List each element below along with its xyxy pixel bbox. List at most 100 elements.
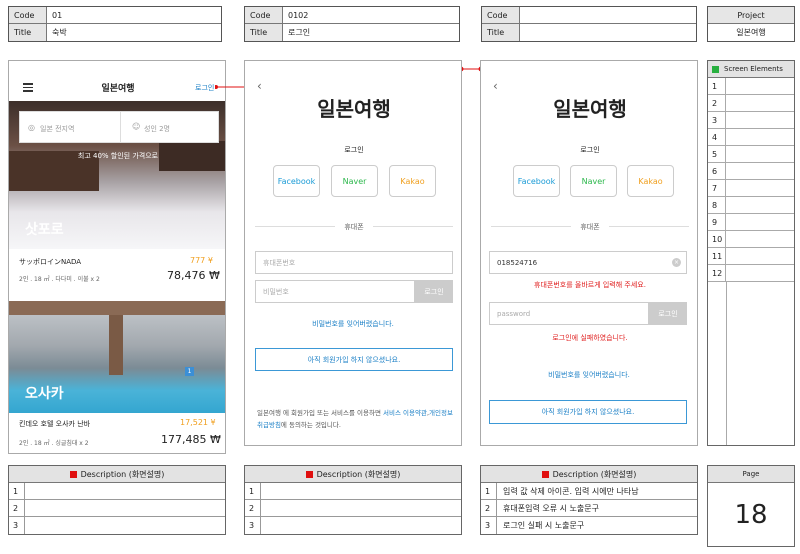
- table-row: 4: [708, 129, 794, 146]
- room-desc: 2인 . 18 ㎡ . 싱글침대 x 2: [19, 440, 89, 447]
- row-text: [25, 483, 225, 499]
- forgot-password-link[interactable]: 비밀번호를 잊어버렸습니다.: [481, 370, 697, 380]
- row-number: 1: [708, 78, 726, 94]
- row-text: 로그인 실패 시 노출문구: [503, 521, 585, 530]
- header-box-2: Code 0102 Title 로그인: [244, 6, 460, 42]
- red-square-icon: [69, 470, 77, 478]
- facebook-button[interactable]: Facebook: [273, 165, 320, 197]
- row-text: [261, 483, 461, 499]
- title-value: [520, 24, 696, 41]
- naver-button[interactable]: Naver: [331, 165, 378, 197]
- signup-button[interactable]: 아직 회원가입 하지 않으셨나요.: [255, 348, 453, 371]
- table-row: 7: [708, 180, 794, 197]
- screen-login-error: ‹ 일본여행 로그인 Facebook Naver Kakao 휴대폰 0185…: [480, 60, 698, 446]
- facebook-button[interactable]: Facebook: [513, 165, 560, 197]
- pillar-shape: [109, 315, 123, 375]
- title-label: Title: [482, 24, 520, 41]
- table-row: 1: [245, 483, 461, 500]
- row-number: 3: [9, 517, 25, 534]
- login-label: 로그인: [344, 146, 364, 154]
- description-title: Description (화면설명): [80, 469, 165, 479]
- sapporo-image: ◎ 일본 전지역 ☺ 성인 2명 최고 40% 할인된 가격으로 삿포로: [9, 101, 225, 249]
- forgot-password-link[interactable]: 비밀번호를 잊어버렸습니다.: [245, 319, 461, 329]
- title-label: Title: [245, 24, 283, 41]
- row-number: 3: [481, 517, 497, 534]
- description-header: Description (화면설명): [9, 466, 225, 483]
- hotel-name[interactable]: サッポロインNADA: [19, 257, 81, 267]
- price-yen: 17,521 ¥: [180, 418, 216, 427]
- terms-part: 일본여행 에 회원가입 또는 서비스를 이용하면: [257, 409, 384, 417]
- search-bar[interactable]: ◎ 일본 전지역 ☺ 성인 2명: [19, 111, 219, 143]
- kakao-button[interactable]: Kakao: [389, 165, 436, 197]
- row-number: 2: [9, 500, 25, 516]
- guests-select[interactable]: 성인 2명: [144, 124, 170, 134]
- row-number: 8: [708, 197, 726, 213]
- page-number: 18: [734, 500, 768, 530]
- login-button[interactable]: 로그인: [649, 302, 687, 325]
- password-input[interactable]: password: [489, 302, 649, 325]
- service-terms-link[interactable]: 서비스 이용약관: [383, 409, 427, 417]
- phone-divider: 휴대폰: [580, 223, 600, 231]
- back-icon[interactable]: ‹: [493, 79, 498, 93]
- phone-divider: 휴대폰: [344, 223, 364, 231]
- signup-button[interactable]: 아직 회원가입 하지 않으셨나요.: [489, 400, 687, 424]
- title-value: 로그인: [288, 28, 311, 37]
- description-title: Description (화면설명): [316, 469, 401, 479]
- page-label: Page: [708, 466, 794, 483]
- description-title: Description (화면설명): [552, 469, 637, 479]
- phone-input[interactable]: 휴대폰번호: [255, 251, 453, 274]
- promo-text: 최고 40% 할인된 가격으로: [77, 152, 159, 160]
- code-value: [520, 7, 696, 24]
- project-value: 일본여행: [736, 28, 766, 37]
- row-number: 1: [9, 483, 25, 499]
- login-title: 일본여행: [317, 97, 391, 121]
- row-number: 4: [708, 129, 726, 145]
- table-row: 9: [708, 214, 794, 231]
- person-icon: ☺: [132, 122, 141, 131]
- location-pin-icon: ◎: [28, 123, 35, 132]
- row-number: 11: [708, 248, 726, 264]
- row-number: 1: [481, 483, 497, 499]
- row-number: 2: [708, 95, 726, 111]
- table-row: 1 입력 값 삭제 아이콘. 입력 시에만 나타남: [481, 483, 697, 500]
- code-label: Code: [9, 7, 47, 24]
- project-box: Project 일본여행: [707, 6, 795, 42]
- table-row: 2: [9, 500, 225, 517]
- table-row: 3: [9, 517, 225, 534]
- price-won: 177,485 ₩: [161, 433, 221, 446]
- row-text: [25, 500, 225, 516]
- back-icon[interactable]: ‹: [257, 79, 262, 93]
- login-button[interactable]: 로그인: [415, 280, 453, 303]
- phone-input[interactable]: 018524716: [489, 251, 687, 274]
- badge: 1: [185, 367, 194, 376]
- search-input[interactable]: 일본 전지역: [40, 124, 74, 134]
- terms-part: 에 동의하는 것입니다.: [280, 421, 341, 429]
- screen-home: 일본여행 로그인 ◎ 일본 전지역 ☺ 성인 2명 최고 40% 할인된 가격으…: [8, 60, 226, 454]
- green-square-icon: [712, 65, 719, 73]
- clear-input-icon[interactable]: ×: [672, 258, 681, 267]
- ceiling-shape: [9, 301, 225, 315]
- login-label: 로그인: [580, 146, 600, 154]
- password-input[interactable]: 비밀번호: [255, 280, 415, 303]
- code-value: 01: [47, 7, 221, 24]
- screen-elements-header: Screen Elements: [708, 61, 794, 78]
- login-link[interactable]: 로그인: [195, 83, 214, 93]
- screen-elements-title: Screen Elements: [724, 65, 783, 73]
- naver-button[interactable]: Naver: [570, 165, 617, 197]
- row-number: 2: [245, 500, 261, 516]
- row-text: 입력 값 삭제 아이콘. 입력 시에만 나타남: [503, 486, 639, 496]
- code-label: Code: [482, 7, 520, 24]
- city-label: 오사카: [25, 386, 64, 402]
- row-number: 9: [708, 214, 726, 230]
- osaka-image: 1 오사카: [9, 301, 225, 413]
- row-number: 10: [708, 231, 726, 247]
- app-title: 일본여행: [101, 84, 135, 94]
- table-row: 1: [9, 483, 225, 500]
- code-value: 0102: [283, 7, 459, 24]
- description-table-1: Description (화면설명) 1 2 3: [8, 465, 226, 535]
- kakao-button[interactable]: Kakao: [627, 165, 674, 197]
- hotel-name[interactable]: 킨데오 호텔 오사카 난바: [19, 419, 90, 429]
- screen-elements-table: Screen Elements 1 2 3 4 5 6 7 8 9 10 11 …: [707, 60, 795, 446]
- table-row: 1: [708, 78, 794, 95]
- table-row: 8: [708, 197, 794, 214]
